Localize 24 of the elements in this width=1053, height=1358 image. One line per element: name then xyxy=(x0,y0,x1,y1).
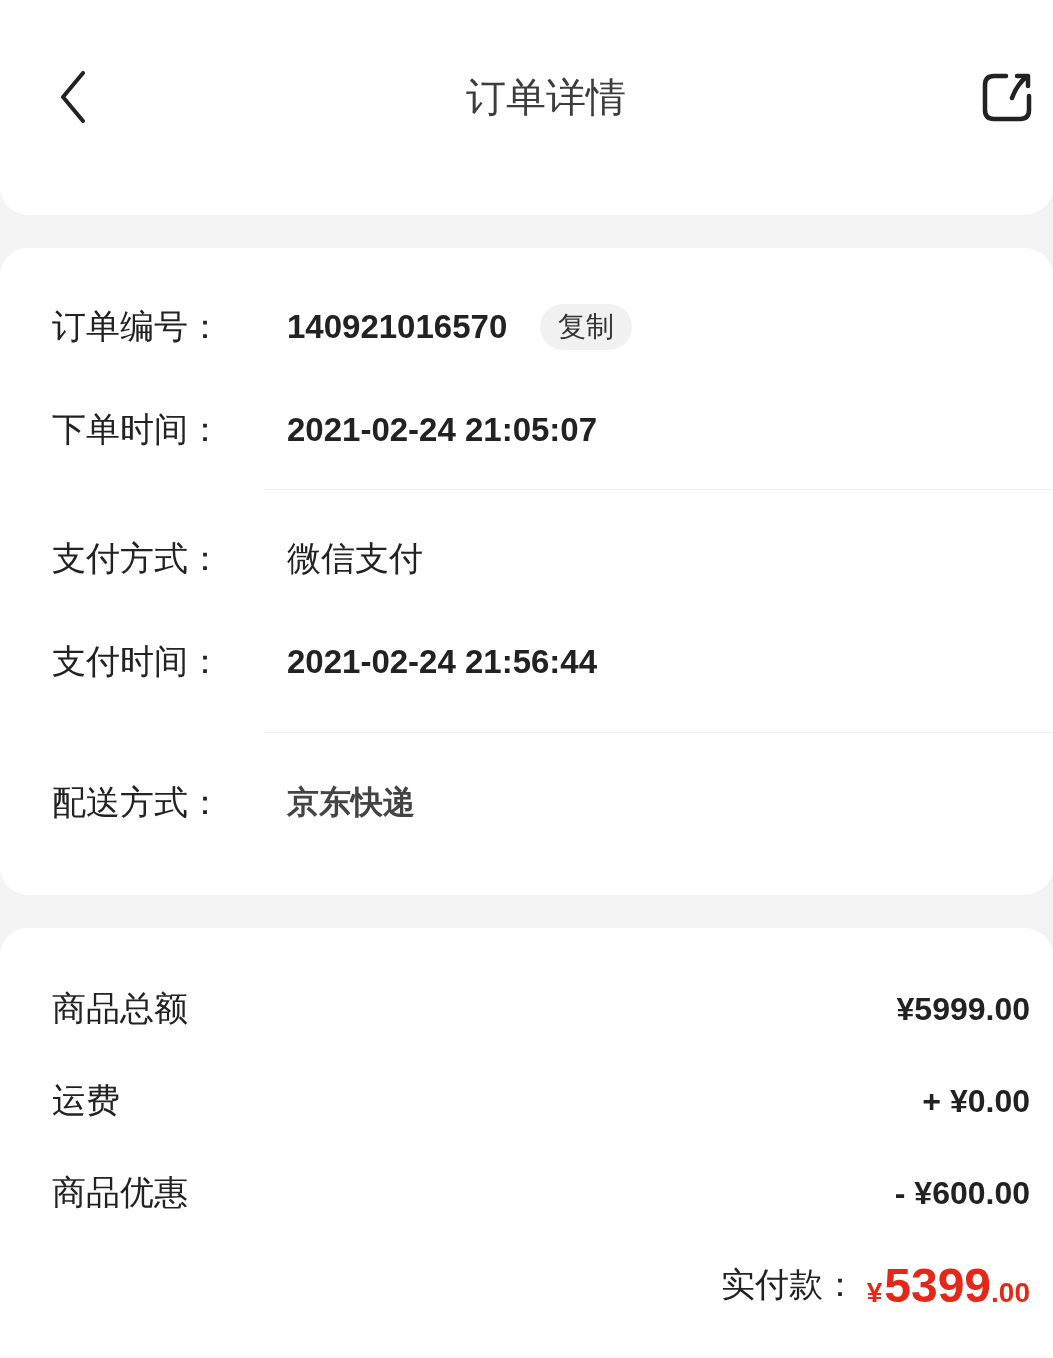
field-value: 微信支付 xyxy=(287,537,423,579)
field-value: 140921016570 xyxy=(287,307,508,346)
field-label: 下单时间： xyxy=(52,408,223,450)
price-label: 商品总额 xyxy=(52,988,188,1029)
total-label: 实付款： xyxy=(720,1264,857,1305)
back-button[interactable] xyxy=(60,71,86,123)
field-value: 2021-02-24 21:56:44 xyxy=(287,642,598,681)
field-value: 京东快递 xyxy=(287,782,415,822)
price-value: - ¥600.00 xyxy=(894,1174,1030,1212)
field-value: 2021-02-24 21:05:07 xyxy=(287,410,598,449)
page-title: 订单详情 xyxy=(466,74,626,121)
copy-button[interactable]: 复制 xyxy=(540,303,633,350)
field-label: 支付方式： xyxy=(52,537,223,579)
price-label: 商品优惠 xyxy=(52,1172,188,1213)
price-value: + ¥0.00 xyxy=(922,1082,1030,1120)
field-label: 订单编号： xyxy=(52,305,223,347)
total-amount: ¥5399.00 xyxy=(866,1257,1030,1313)
price-label: 运费 xyxy=(52,1080,120,1121)
price-value: ¥5999.00 xyxy=(896,990,1030,1028)
field-label: 支付时间： xyxy=(52,640,223,682)
field-label: 配送方式： xyxy=(52,781,223,823)
back-icon xyxy=(60,71,86,123)
share-icon xyxy=(982,72,1032,122)
share-button[interactable] xyxy=(982,72,1032,122)
